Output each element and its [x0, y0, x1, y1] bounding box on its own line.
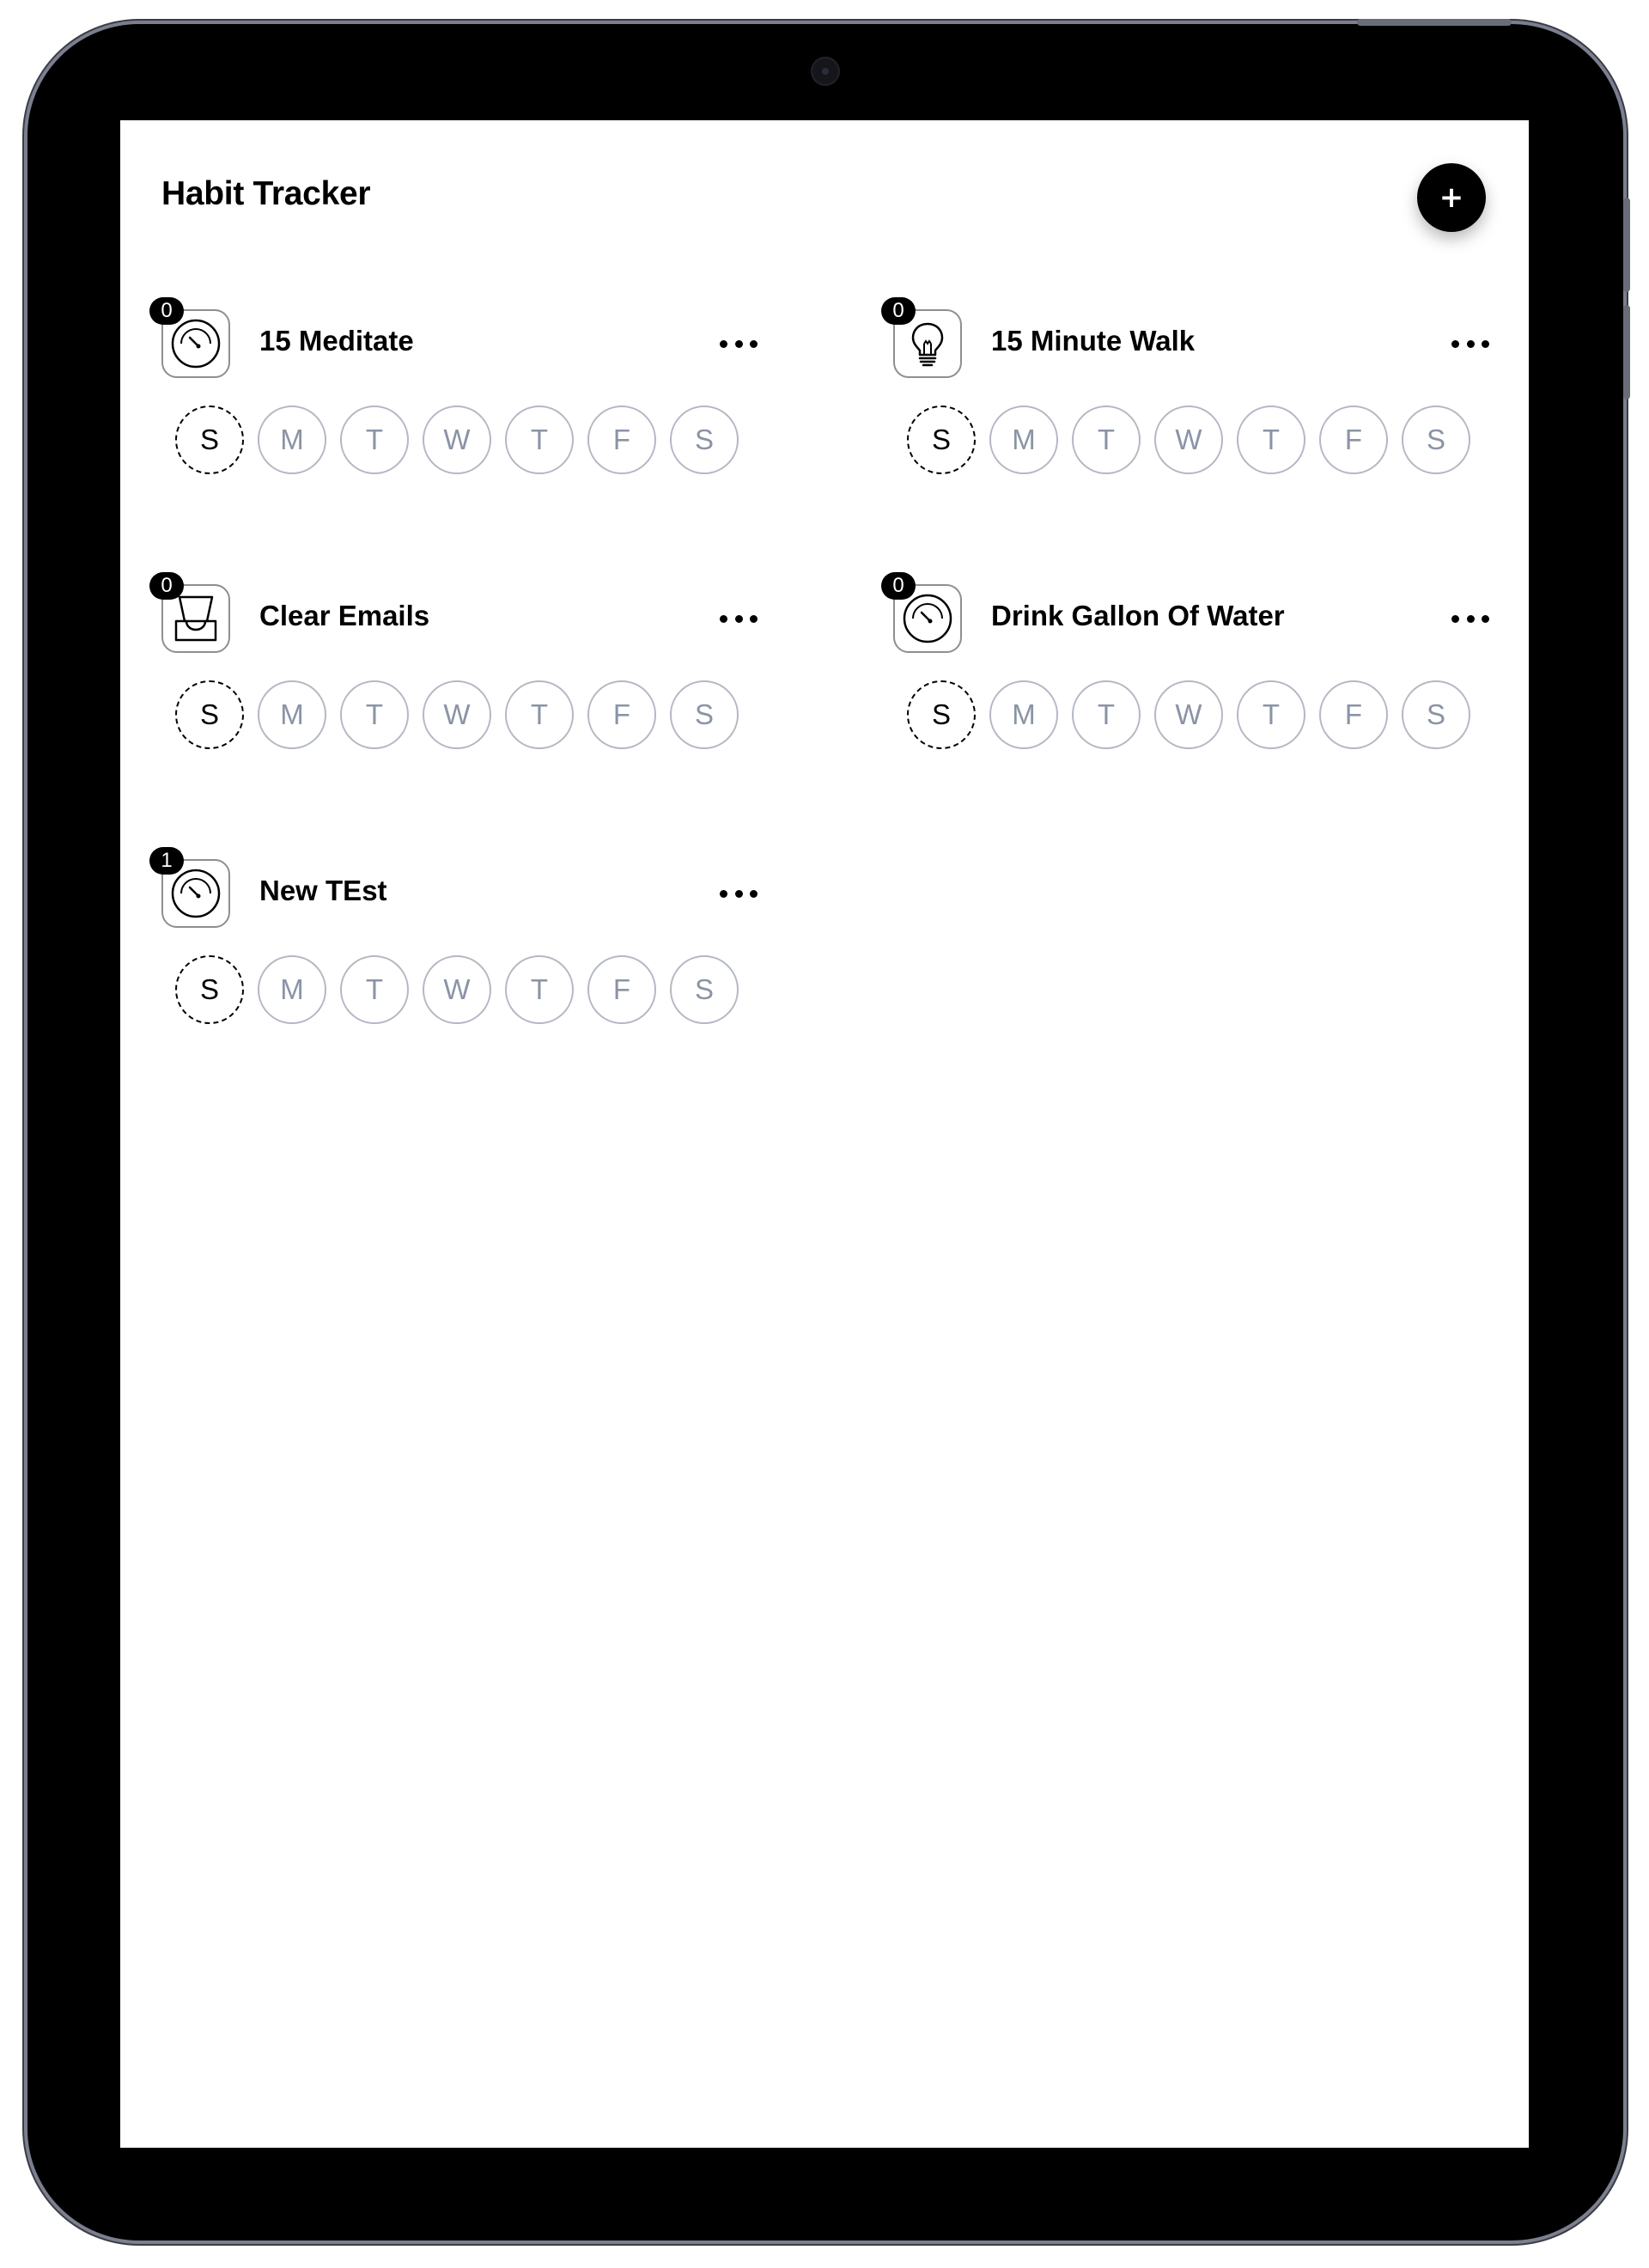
ellipsis-dot [734, 889, 743, 898]
day-thursday[interactable]: T [1237, 405, 1305, 474]
more-options-button[interactable] [720, 878, 758, 909]
day-tuesday[interactable]: T [1072, 405, 1141, 474]
volume-down-button [1623, 305, 1630, 399]
day-tuesday[interactable]: T [340, 680, 409, 749]
ellipsis-dot [750, 889, 758, 898]
inbox-tray-icon [174, 595, 217, 642]
day-monday[interactable]: M [989, 680, 1058, 749]
day-row: S M T W T F S [907, 680, 1470, 749]
day-row: S M T W T F S [175, 405, 739, 474]
day-friday[interactable]: F [1319, 680, 1388, 749]
habit-card: 1 New TEst S M T W T F S [149, 847, 893, 1134]
app-screen: Habit Tracker + 0 15 Meditate S M T W T … [120, 120, 1529, 2148]
day-sunday[interactable]: S [907, 405, 976, 474]
ellipsis-dot [1466, 614, 1475, 623]
day-friday[interactable]: F [587, 955, 656, 1024]
ellipsis-dot [720, 339, 727, 348]
lightbulb-icon [911, 322, 944, 367]
ellipsis-dot [1451, 614, 1459, 623]
ellipsis-dot [750, 614, 758, 623]
habit-card: 0 15 Meditate S M T W T F S [149, 297, 893, 584]
ellipsis-dot [750, 339, 758, 348]
completion-count-badge: 0 [881, 572, 916, 600]
day-saturday[interactable]: S [670, 955, 739, 1024]
day-saturday[interactable]: S [1402, 405, 1470, 474]
ellipsis-dot [734, 614, 743, 623]
ellipsis-dot [1451, 339, 1459, 348]
habit-icon-button[interactable]: 0 [149, 572, 230, 653]
more-options-button[interactable] [1451, 603, 1489, 634]
more-options-button[interactable] [720, 328, 758, 359]
day-saturday[interactable]: S [1402, 680, 1470, 749]
habit-name: 15 Meditate [259, 325, 414, 357]
more-options-button[interactable] [1451, 328, 1489, 359]
habit-icon-button[interactable]: 0 [881, 572, 962, 653]
habit-card: 0 Clear Emails S M T W T F S [149, 572, 893, 859]
day-friday[interactable]: F [587, 680, 656, 749]
day-wednesday[interactable]: W [1154, 405, 1223, 474]
ellipsis-dot [720, 889, 727, 898]
ellipsis-dot [734, 339, 743, 348]
ellipsis-dot [1466, 339, 1475, 348]
day-row: S M T W T F S [175, 680, 739, 749]
day-monday[interactable]: M [258, 955, 326, 1024]
day-thursday[interactable]: T [1237, 680, 1305, 749]
day-saturday[interactable]: S [670, 680, 739, 749]
habit-icon-button[interactable]: 1 [149, 847, 230, 928]
gauge-icon [903, 594, 952, 643]
day-sunday[interactable]: S [175, 680, 244, 749]
habit-name: Drink Gallon Of Water [991, 600, 1285, 631]
day-row: S M T W T F S [175, 955, 739, 1024]
day-thursday[interactable]: T [505, 680, 574, 749]
day-wednesday[interactable]: W [423, 405, 491, 474]
completion-count-badge: 0 [149, 297, 184, 325]
habit-icon-button[interactable]: 0 [881, 297, 962, 378]
day-wednesday[interactable]: W [1154, 680, 1223, 749]
habit-name: Clear Emails [259, 600, 430, 631]
day-friday[interactable]: F [1319, 405, 1388, 474]
gauge-icon [171, 319, 221, 369]
day-tuesday[interactable]: T [340, 955, 409, 1024]
day-sunday[interactable]: S [175, 405, 244, 474]
day-wednesday[interactable]: W [423, 955, 491, 1024]
habit-name: New TEst [259, 875, 387, 906]
day-thursday[interactable]: T [505, 405, 574, 474]
day-tuesday[interactable]: T [340, 405, 409, 474]
volume-up-button [1623, 198, 1630, 292]
page-title: Habit Tracker [161, 175, 371, 212]
day-friday[interactable]: F [587, 405, 656, 474]
habit-card: 0 15 Minute Walk S M T W T F S [881, 297, 1501, 584]
ellipsis-dot [1482, 614, 1489, 623]
more-options-button[interactable] [720, 603, 758, 634]
day-saturday[interactable]: S [670, 405, 739, 474]
habit-name: 15 Minute Walk [991, 325, 1196, 357]
habit-card: 0 Drink Gallon Of Water S M T W T F S [881, 572, 1501, 859]
habit-icon-button[interactable]: 0 [149, 297, 230, 378]
day-monday[interactable]: M [258, 405, 326, 474]
day-monday[interactable]: M [989, 405, 1058, 474]
day-sunday[interactable]: S [175, 955, 244, 1024]
ellipsis-dot [720, 614, 727, 623]
day-tuesday[interactable]: T [1072, 680, 1141, 749]
gauge-icon [171, 869, 221, 918]
add-habit-button[interactable]: + [1417, 163, 1486, 232]
habit-list: 0 15 Meditate S M T W T F S 0 15 Minute … [149, 297, 1501, 1134]
day-sunday[interactable]: S [907, 680, 976, 749]
day-row: S M T W T F S [907, 405, 1470, 474]
day-wednesday[interactable]: W [423, 680, 491, 749]
power-button [1357, 19, 1512, 26]
ellipsis-dot [1482, 339, 1489, 348]
completion-count-badge: 1 [149, 847, 184, 875]
day-thursday[interactable]: T [505, 955, 574, 1024]
completion-count-badge: 0 [149, 572, 184, 600]
front-camera [811, 57, 840, 86]
day-monday[interactable]: M [258, 680, 326, 749]
completion-count-badge: 0 [881, 297, 916, 325]
